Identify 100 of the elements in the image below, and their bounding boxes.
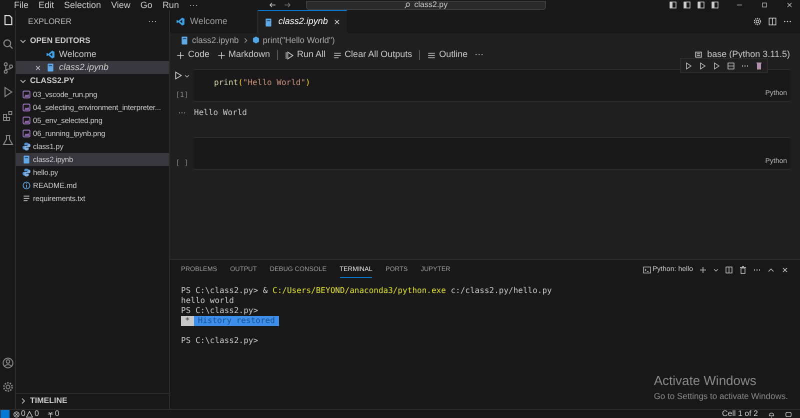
search-field[interactable]: class2.py [306,0,546,10]
error-icon [13,410,20,418]
source-control-icon[interactable] [2,62,14,74]
plus-icon [176,50,185,60]
panel-layout-icon[interactable] [683,1,691,9]
image-file-icon [22,129,31,138]
menu-item[interactable]: Edit [38,0,54,10]
close-icon[interactable] [785,1,794,9]
chevron-down-icon[interactable] [19,77,27,85]
image-file-icon [22,90,31,99]
image-file-icon [22,116,31,125]
terminal-line: PS C:\class2.py> [181,306,260,316]
menu-item[interactable]: Run [162,0,179,10]
terminal-line: PS C:\class2.py> [181,336,260,346]
split-layout-icon[interactable] [697,1,705,9]
section-header[interactable]: OPEN EDITORS [16,34,169,48]
chevron-down-icon[interactable] [19,37,27,45]
warning-icon [26,410,34,418]
flask-icon[interactable] [2,134,14,146]
search-icon[interactable] [2,38,14,50]
cell-output: Hello World [194,107,247,119]
forward-arrow-icon[interactable] [282,1,292,9]
sidebar-title: EXPLORER [28,16,72,28]
cell-position[interactable]: Cell 1 of 2 [722,410,758,418]
breadcrumb-item[interactable]: print("Hello World") [262,34,335,46]
ports-status[interactable]: 0 [46,410,60,418]
server-icon [694,50,704,60]
settings-icon[interactable] [753,17,762,26]
python-file-icon [22,142,31,151]
close-icon[interactable] [34,64,42,72]
menu-item[interactable]: View [111,0,130,10]
split-editor-icon[interactable] [768,17,777,26]
toolbar-button[interactable]: Code [176,48,210,62]
search-icon [404,2,412,8]
terminal-marker: * [181,316,194,326]
terminal-icon [642,266,651,274]
run-cell-icon[interactable] [174,71,183,80]
trash-icon[interactable] [739,266,747,274]
close-icon[interactable] [332,18,341,26]
more-actions-button[interactable]: ··· [474,48,484,62]
open-editor-item[interactable]: class2.ipynb [16,61,169,74]
menu-item[interactable]: Selection [64,0,102,10]
account-icon[interactable] [2,357,14,369]
restore-icon[interactable] [760,1,769,9]
bell-icon[interactable] [768,410,775,418]
info-icon [22,181,31,190]
files-icon[interactable] [2,14,14,26]
run-below-icon[interactable] [713,62,721,70]
back-arrow-icon[interactable] [268,1,277,9]
run-all-icon [285,50,294,60]
kernel-picker[interactable]: base (Python 3.11.5) [694,48,790,62]
menu-item[interactable]: ··· [188,0,198,10]
section-header[interactable]: CLASS2.PY [16,74,169,88]
activation-title: Activate Windows [654,372,758,390]
open-editor-item[interactable]: Welcome [16,48,169,61]
menu-item[interactable]: Go [140,0,152,10]
notebook-file-icon [22,155,31,164]
toolbar-button[interactable]: Clear All Outputs [332,48,412,62]
toolbar-button[interactable]: Run All [285,48,326,62]
settings-icon[interactable] [2,381,14,393]
image-file-icon [22,103,31,112]
customize-layout-icon[interactable] [711,1,719,9]
run-above-icon[interactable] [699,62,707,70]
notebook-file-icon [264,18,274,26]
chevron-down-icon[interactable] [184,72,190,78]
breadcrumb-item[interactable]: class2.ipynb [192,34,239,46]
run-debug-icon[interactable] [2,86,14,98]
terminal-line: PS C:\class2.py> & C:/Users/BEYOND/anaconda3/python.exe c:/class2.py/hello.py [181,286,553,296]
chevron-down-icon[interactable] [713,267,719,273]
split-terminal-icon[interactable] [725,266,733,274]
terminal-notice: History restored [194,316,279,326]
python-file-icon [22,168,31,177]
notebook-file-icon [46,63,55,72]
chevron-right-icon[interactable] [19,396,27,404]
run-by-line-icon[interactable] [685,62,693,70]
sidebar-layout-icon[interactable] [669,1,677,9]
vscode-logo-icon [176,17,185,26]
close-panel-icon[interactable] [781,266,789,274]
delete-icon[interactable] [755,62,763,70]
plus-icon[interactable] [699,266,707,274]
terminal-line: hello world [181,296,235,306]
plus-icon [216,50,226,60]
toolbar-button[interactable]: Outline [427,48,468,62]
menu-item[interactable]: File [14,0,29,10]
antenna-icon [46,410,54,418]
list-icon [427,50,436,60]
problems-status[interactable]: 0 0 [13,410,39,418]
toolbar-button[interactable]: Markdown [216,48,270,62]
chevron-right-icon [242,36,249,44]
vscode-logo-icon [46,50,55,59]
output-actions-button[interactable]: ··· [170,107,194,119]
editor-tab[interactable]: class2.ipynb [258,10,347,33]
split-cell-icon[interactable] [727,62,735,70]
maximize-panel-icon[interactable] [767,266,775,274]
extensions-icon[interactable] [2,110,14,122]
code-line: print("Hello World") [214,77,310,89]
more-actions-button[interactable]: ··· [148,15,157,29]
clear-outputs-icon [332,50,342,60]
section-header[interactable]: TIMELINE [16,393,169,407]
activation-message: Go to Settings to activate Windows. [654,390,788,403]
